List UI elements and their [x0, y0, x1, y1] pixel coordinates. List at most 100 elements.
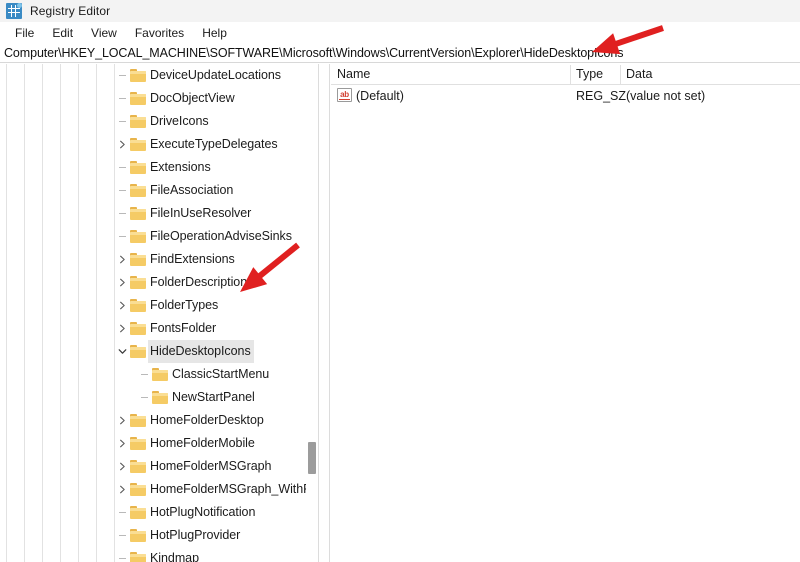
- tree-leaf-tick: [114, 179, 130, 202]
- tree-leaf-tick: [114, 87, 130, 110]
- tree-node[interactable]: NewStartPanel: [0, 386, 318, 409]
- tree-leaf-tick: [114, 225, 130, 248]
- column-separator[interactable]: [570, 65, 571, 84]
- tree-node[interactable]: ExecuteTypeDelegates: [0, 133, 318, 156]
- tree-node-label: FileOperationAdviseSinks: [150, 229, 292, 243]
- pane-splitter[interactable]: [318, 64, 330, 562]
- tree-node[interactable]: FileInUseResolver: [0, 202, 318, 225]
- tree-node[interactable]: DeviceUpdateLocations: [0, 64, 318, 87]
- folder-icon: [130, 552, 146, 562]
- tree-vertical-scrollbar[interactable]: [306, 64, 318, 562]
- registry-tree[interactable]: DeviceUpdateLocations DocObjectView DriveI…: [0, 64, 318, 562]
- folder-icon: [152, 391, 168, 404]
- tree-leaf-tick: [114, 202, 130, 225]
- tree-leaf-tick: [114, 524, 130, 547]
- window-title: Registry Editor: [30, 4, 111, 18]
- value-row[interactable]: ab (Default) REG_SZ (value not set): [331, 85, 800, 107]
- chevron-down-icon[interactable]: [114, 340, 130, 363]
- content-area: DeviceUpdateLocations DocObjectView DriveI…: [0, 64, 800, 562]
- tree-leaf-tick: [114, 156, 130, 179]
- tree-node-label: HotPlugProvider: [150, 528, 241, 542]
- folder-icon: [130, 276, 146, 289]
- tree-node[interactable]: DocObjectView: [0, 87, 318, 110]
- values-column-header[interactable]: Name Type Data: [331, 64, 800, 85]
- folder-icon: [130, 460, 146, 473]
- tree-node[interactable]: Extensions: [0, 156, 318, 179]
- values-list[interactable]: ab (Default) REG_SZ (value not set): [331, 85, 800, 107]
- tree-leaf-tick: [114, 110, 130, 133]
- folder-icon: [130, 207, 146, 220]
- column-header-name[interactable]: Name: [331, 64, 370, 84]
- tree-leaf-tick: [136, 386, 152, 409]
- column-separator[interactable]: [620, 65, 621, 84]
- folder-icon: [130, 529, 146, 542]
- menu-item-help[interactable]: Help: [193, 24, 236, 42]
- tree-node[interactable]: FileOperationAdviseSinks: [0, 225, 318, 248]
- registry-path-text: Computer\HKEY_LOCAL_MACHINE\SOFTWARE\Mic…: [4, 45, 624, 60]
- tree-node-label: HotPlugNotification: [150, 505, 256, 519]
- chevron-right-icon[interactable]: [114, 248, 130, 271]
- tree-node[interactable]: HomeFolderMSGraph_WithReco: [0, 478, 318, 501]
- value-name: (Default): [356, 89, 404, 103]
- tree-node[interactable]: DriveIcons: [0, 110, 318, 133]
- menu-item-favorites[interactable]: Favorites: [126, 24, 193, 42]
- tree-node-label: FolderTypes: [150, 298, 219, 312]
- tree-node-label: HomeFolderMSGraph_WithReco: [150, 482, 318, 496]
- tree-node-label: FindExtensions: [150, 252, 235, 266]
- tree-node[interactable]: FileAssociation: [0, 179, 318, 202]
- chevron-right-icon[interactable]: [114, 455, 130, 478]
- tree-node-label: FileInUseResolver: [150, 206, 252, 220]
- column-header-data[interactable]: Data: [620, 64, 652, 84]
- chevron-right-icon[interactable]: [114, 409, 130, 432]
- folder-icon: [130, 483, 146, 496]
- folder-icon: [130, 322, 146, 335]
- tree-node-label: Extensions: [150, 160, 211, 174]
- tree-node[interactable]: Kindmap: [0, 547, 318, 562]
- tree-node[interactable]: HotPlugProvider: [0, 524, 318, 547]
- registry-values-pane[interactable]: Name Type Data ab (Default) REG_SZ (value not…: [331, 64, 800, 562]
- folder-icon: [130, 69, 146, 82]
- chevron-right-icon[interactable]: [114, 294, 130, 317]
- tree-node[interactable]: HomeFolderMSGraph: [0, 455, 318, 478]
- chevron-right-icon[interactable]: [114, 317, 130, 340]
- column-header-type[interactable]: Type: [570, 64, 603, 84]
- tree-node[interactable]: FindExtensions: [0, 248, 318, 271]
- menu-bar: File Edit View Favorites Help: [0, 22, 800, 43]
- folder-icon: [130, 437, 146, 450]
- folder-icon: [130, 414, 146, 427]
- menu-item-file[interactable]: File: [6, 24, 43, 42]
- tree-node-label: FolderDescriptions: [150, 275, 254, 289]
- registry-tree-pane[interactable]: DeviceUpdateLocations DocObjectView DriveI…: [0, 64, 318, 562]
- tree-node[interactable]: FontsFolder: [0, 317, 318, 340]
- address-bar[interactable]: Computer\HKEY_LOCAL_MACHINE\SOFTWARE\Mic…: [0, 43, 800, 63]
- folder-icon: [130, 506, 146, 519]
- title-bar: Registry Editor: [0, 0, 800, 22]
- chevron-right-icon[interactable]: [114, 478, 130, 501]
- tree-node-selected[interactable]: HideDesktopIcons: [0, 340, 318, 363]
- folder-icon: [130, 184, 146, 197]
- tree-node[interactable]: ClassicStartMenu: [0, 363, 318, 386]
- tree-scrollbar-thumb[interactable]: [308, 442, 316, 474]
- tree-node-label: ClassicStartMenu: [172, 367, 270, 381]
- tree-node-label: FontsFolder: [150, 321, 217, 335]
- folder-icon: [130, 115, 146, 128]
- tree-node[interactable]: FolderTypes: [0, 294, 318, 317]
- tree-node-label: HomeFolderMobile: [150, 436, 255, 450]
- chevron-right-icon[interactable]: [114, 432, 130, 455]
- folder-icon: [130, 92, 146, 105]
- tree-node[interactable]: HomeFolderDesktop: [0, 409, 318, 432]
- chevron-right-icon[interactable]: [114, 133, 130, 156]
- menu-item-view[interactable]: View: [82, 24, 126, 42]
- value-data: (value not set): [626, 89, 706, 103]
- folder-icon: [130, 253, 146, 266]
- folder-icon: [130, 230, 146, 243]
- folder-icon: [130, 138, 146, 151]
- tree-node[interactable]: HomeFolderMobile: [0, 432, 318, 455]
- tree-node[interactable]: HotPlugNotification: [0, 501, 318, 524]
- tree-node-label: ExecuteTypeDelegates: [150, 137, 278, 151]
- chevron-right-icon[interactable]: [114, 271, 130, 294]
- folder-icon: [152, 368, 168, 381]
- tree-node-label: NewStartPanel: [172, 390, 255, 404]
- menu-item-edit[interactable]: Edit: [43, 24, 82, 42]
- tree-node[interactable]: FolderDescriptions: [0, 271, 318, 294]
